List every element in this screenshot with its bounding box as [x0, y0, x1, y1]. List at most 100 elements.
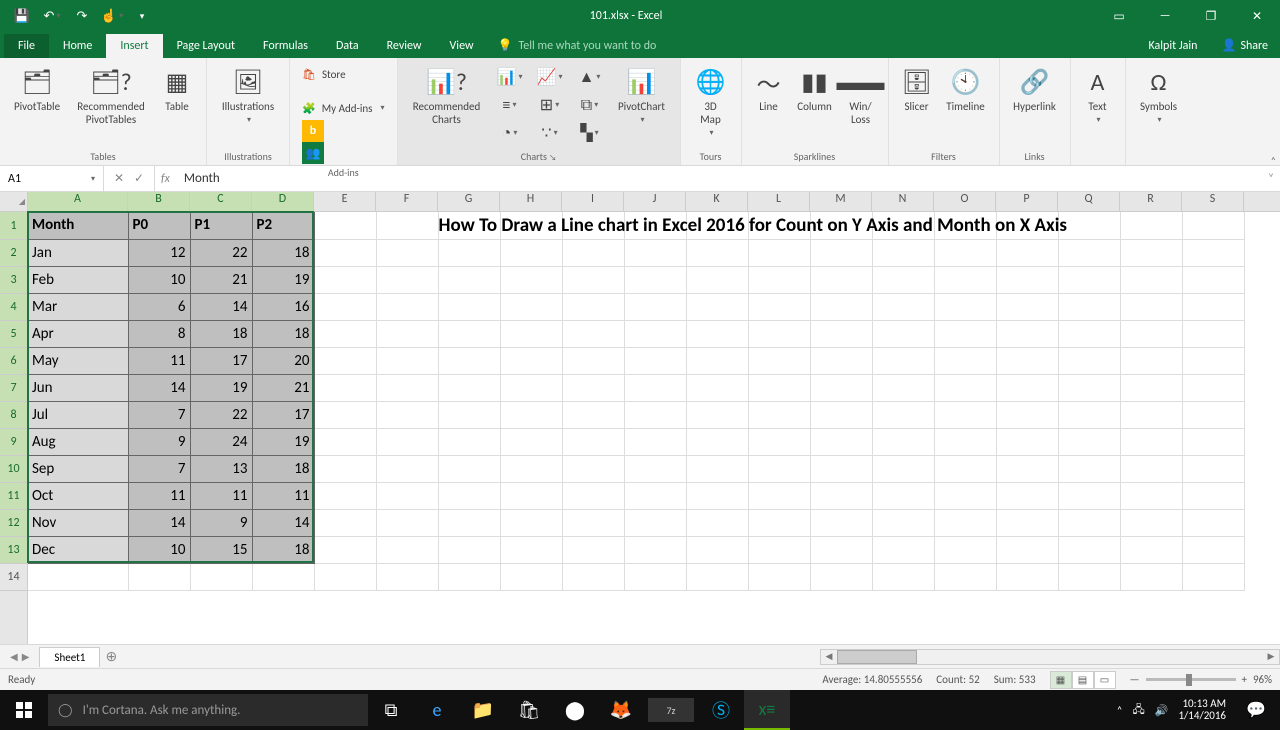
cell-S5[interactable]	[1182, 320, 1244, 347]
cell-E10[interactable]	[314, 455, 376, 482]
cell-I14[interactable]	[562, 563, 624, 590]
cell-L12[interactable]	[748, 509, 810, 536]
cell-C11[interactable]: 11	[190, 482, 252, 509]
cell-J5[interactable]	[624, 320, 686, 347]
cell-A5[interactable]: Apr	[28, 320, 128, 347]
cell-L7[interactable]	[748, 374, 810, 401]
cell-H2[interactable]	[500, 239, 562, 266]
qat-customize-icon[interactable]: ▾	[128, 4, 156, 28]
cell-Q12[interactable]	[1058, 509, 1120, 536]
cell-R9[interactable]	[1120, 428, 1182, 455]
cell-Q8[interactable]	[1058, 401, 1120, 428]
zoom-slider[interactable]	[1146, 678, 1236, 681]
tab-data[interactable]: Data	[322, 34, 373, 58]
cell-O7[interactable]	[934, 374, 996, 401]
cell-R1[interactable]	[1120, 212, 1182, 239]
excel-taskbar-icon[interactable]: x≡	[744, 690, 790, 730]
row-header-6[interactable]: 6	[0, 348, 27, 375]
col-header-K[interactable]: K	[686, 192, 748, 211]
firefox-icon[interactable]: 🦊	[598, 690, 644, 730]
cell-I4[interactable]	[562, 293, 624, 320]
ribbon-display-icon[interactable]: ▭	[1096, 0, 1142, 32]
tab-review[interactable]: Review	[373, 34, 436, 58]
cell-C6[interactable]: 17	[190, 347, 252, 374]
row-header-3[interactable]: 3	[0, 267, 27, 294]
new-sheet-button[interactable]: ⊕	[100, 648, 122, 665]
cell-E7[interactable]	[314, 374, 376, 401]
col-header-J[interactable]: J	[624, 192, 686, 211]
row-header-1[interactable]: 1	[0, 212, 27, 240]
row-header-7[interactable]: 7	[0, 375, 27, 402]
cell-H4[interactable]	[500, 293, 562, 320]
cell-K8[interactable]	[686, 401, 748, 428]
cell-P11[interactable]	[996, 482, 1058, 509]
start-button[interactable]	[0, 690, 48, 730]
col-header-S[interactable]: S	[1182, 192, 1244, 211]
cell-C13[interactable]: 15	[190, 536, 252, 563]
store-taskbar-icon[interactable]: 🛍	[506, 690, 552, 730]
cell-O3[interactable]	[934, 266, 996, 293]
cell-C2[interactable]: 22	[190, 239, 252, 266]
cell-I8[interactable]	[562, 401, 624, 428]
table-button[interactable]: ▦Table	[154, 62, 200, 148]
cell-H9[interactable]	[500, 428, 562, 455]
cell-O8[interactable]	[934, 401, 996, 428]
cell-I5[interactable]	[562, 320, 624, 347]
file-explorer-icon[interactable]: 📁	[460, 690, 506, 730]
zoom-out-button[interactable]: —	[1130, 673, 1140, 686]
cell-Q5[interactable]	[1058, 320, 1120, 347]
row-header-8[interactable]: 8	[0, 402, 27, 429]
col-header-A[interactable]: A	[28, 192, 128, 211]
col-header-H[interactable]: H	[500, 192, 562, 211]
cell-F8[interactable]	[376, 401, 438, 428]
cell-C7[interactable]: 19	[190, 374, 252, 401]
cell-L8[interactable]	[748, 401, 810, 428]
cell-B2[interactable]: 12	[128, 239, 190, 266]
row-header-13[interactable]: 13	[0, 537, 27, 564]
statistic-chart-icon[interactable]: ⊞▾	[532, 93, 568, 117]
row-header-14[interactable]: 14	[0, 564, 27, 591]
cell-C3[interactable]: 21	[190, 266, 252, 293]
cell-C12[interactable]: 9	[190, 509, 252, 536]
cell-S14[interactable]	[1182, 563, 1244, 590]
col-header-M[interactable]: M	[810, 192, 872, 211]
clock[interactable]: 10:13 AM 1/14/2016	[1178, 698, 1226, 722]
tab-view[interactable]: View	[436, 34, 488, 58]
cell-P3[interactable]	[996, 266, 1058, 293]
cell-N13[interactable]	[872, 536, 934, 563]
7zip-icon[interactable]: 7z	[648, 698, 694, 722]
redo-icon[interactable]: ↷	[68, 4, 96, 28]
cell-Q1[interactable]	[1058, 212, 1120, 239]
cell-O4[interactable]	[934, 293, 996, 320]
cell-F1[interactable]	[376, 212, 438, 239]
cell-K13[interactable]	[686, 536, 748, 563]
cell-G9[interactable]	[438, 428, 500, 455]
cell-O6[interactable]	[934, 347, 996, 374]
cell-S2[interactable]	[1182, 239, 1244, 266]
cell-A3[interactable]: Feb	[28, 266, 128, 293]
cell-O10[interactable]	[934, 455, 996, 482]
expand-formula-icon[interactable]: ˅	[1262, 172, 1280, 186]
col-header-E[interactable]: E	[314, 192, 376, 211]
cell-A12[interactable]: Nov	[28, 509, 128, 536]
cell-M10[interactable]	[810, 455, 872, 482]
cell-B11[interactable]: 11	[128, 482, 190, 509]
cell-R8[interactable]	[1120, 401, 1182, 428]
cell-M8[interactable]	[810, 401, 872, 428]
cell-C1[interactable]: P1	[190, 212, 252, 239]
timeline-button[interactable]: 🕙Timeline	[939, 62, 993, 148]
cell-N3[interactable]	[872, 266, 934, 293]
cortana-search[interactable]: ◯I'm Cortana. Ask me anything.	[48, 694, 368, 726]
cell-F14[interactable]	[376, 563, 438, 590]
cell-M4[interactable]	[810, 293, 872, 320]
col-header-Q[interactable]: Q	[1058, 192, 1120, 211]
pivotchart-button[interactable]: 📊PivotChart▾	[610, 62, 674, 148]
cell-P8[interactable]	[996, 401, 1058, 428]
cell-E1[interactable]	[314, 212, 376, 239]
cell-I13[interactable]	[562, 536, 624, 563]
select-all-triangle[interactable]	[0, 192, 28, 211]
cell-S6[interactable]	[1182, 347, 1244, 374]
cell-Q13[interactable]	[1058, 536, 1120, 563]
cell-C5[interactable]: 18	[190, 320, 252, 347]
cell-G10[interactable]	[438, 455, 500, 482]
